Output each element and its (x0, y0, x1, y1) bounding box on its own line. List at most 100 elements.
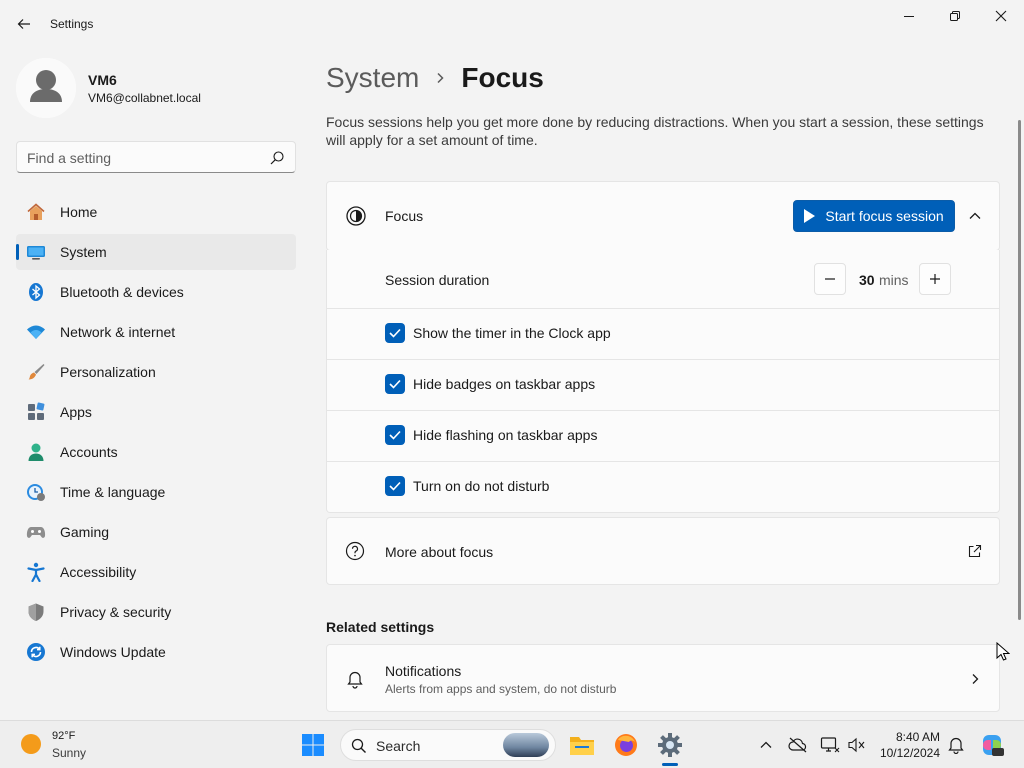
checkmark-icon (389, 430, 401, 440)
notification-center-button[interactable] (946, 735, 966, 755)
user-email: VM6@collabnet.local (88, 91, 201, 105)
chevron-up-icon (760, 741, 772, 748)
clock-date[interactable]: 10/12/2024 (870, 746, 940, 760)
close-button[interactable] (978, 4, 1024, 28)
firefox-icon (615, 734, 637, 756)
show-hidden-icons-button[interactable] (756, 735, 776, 755)
copilot-button[interactable] (980, 733, 1004, 757)
sidebar-item-system[interactable]: System (16, 234, 296, 270)
sidebar-item-label: Privacy & security (60, 604, 172, 620)
sidebar-item-label: Time & language (60, 484, 166, 500)
sun-icon[interactable] (21, 734, 41, 754)
bell-icon (347, 671, 363, 689)
onedrive-button[interactable] (788, 735, 808, 755)
restore-button[interactable] (932, 4, 978, 28)
decrease-duration-button[interactable] (814, 263, 846, 295)
speaker-muted-icon (848, 737, 865, 753)
sidebar-item-label: Accounts (60, 444, 118, 460)
show-timer-label: Show the timer in the Clock app (413, 325, 611, 341)
minus-icon (825, 278, 835, 280)
sidebar-item-accessibility[interactable]: Accessibility (16, 554, 296, 590)
sidebar-item-gaming[interactable]: Gaming (16, 514, 296, 550)
accessibility-icon (26, 562, 46, 582)
sidebar-item-personalization[interactable]: Personalization (16, 354, 296, 390)
taskbar-search[interactable]: Search (340, 729, 556, 761)
breadcrumb-parent[interactable]: System (326, 62, 419, 94)
back-arrow-icon (17, 19, 30, 29)
increase-duration-button[interactable] (919, 263, 951, 295)
network-icon (820, 737, 840, 753)
brush-icon (26, 362, 46, 382)
sidebar-item-label: Network & internet (60, 324, 176, 340)
sidebar-item-label: Accessibility (60, 564, 137, 580)
start-focus-session-button[interactable]: Start focus session (793, 200, 955, 232)
divider (327, 308, 999, 309)
related-settings-heading: Related settings (326, 619, 435, 635)
settings-taskbar-button[interactable] (656, 731, 684, 759)
focus-title: Focus (385, 208, 424, 224)
user-name: VM6 (88, 72, 117, 88)
more-about-focus-label: More about focus (385, 544, 494, 560)
sidebar-item-time-language[interactable]: Time & language (16, 474, 296, 510)
minimize-button[interactable] (886, 4, 932, 28)
sidebar-item-home[interactable]: Home (16, 194, 296, 230)
taskbar: 92°F Sunny Search 8:40 AM 10/12/2024 (0, 720, 1024, 768)
sidebar-item-bluetooth[interactable]: Bluetooth & devices (16, 274, 296, 310)
gear-icon (658, 733, 682, 757)
focus-card-header: Focus Start focus session (326, 181, 1000, 251)
network-button[interactable] (820, 735, 840, 755)
show-timer-checkbox[interactable] (385, 323, 405, 343)
weather-condition[interactable]: Sunny (52, 746, 86, 760)
accounts-icon (26, 442, 46, 462)
collapse-button[interactable] (963, 204, 987, 228)
search-icon[interactable] (269, 150, 285, 166)
checkmark-icon (389, 328, 401, 338)
do-not-disturb-label: Turn on do not disturb (413, 478, 550, 494)
chevron-up-icon (969, 212, 981, 219)
divider (327, 461, 999, 462)
breadcrumb: System Focus (326, 58, 544, 98)
volume-button[interactable] (846, 735, 866, 755)
hide-flashing-checkbox[interactable] (385, 425, 405, 445)
gamepad-icon (26, 522, 46, 542)
weather-temperature[interactable]: 92°F (52, 730, 75, 742)
clock-time[interactable]: 8:40 AM (880, 730, 940, 744)
wifi-icon (26, 322, 46, 342)
apps-icon (26, 402, 46, 422)
scrollbar[interactable] (1018, 120, 1021, 620)
sidebar-item-apps[interactable]: Apps (16, 394, 296, 430)
folder-icon (570, 737, 594, 755)
taskbar-search-label: Search (376, 738, 421, 754)
back-button[interactable] (10, 12, 38, 36)
sidebar-item-windows-update[interactable]: Windows Update (16, 634, 296, 670)
sidebar-item-label: Windows Update (60, 644, 166, 660)
minimize-icon (904, 16, 914, 17)
windows-logo-icon (302, 734, 324, 756)
notifications-link[interactable]: Notifications Alerts from apps and syste… (326, 644, 1000, 712)
hide-badges-checkbox[interactable] (385, 374, 405, 394)
shield-icon (26, 602, 46, 622)
chevron-right-icon (972, 674, 979, 684)
sidebar-item-privacy-security[interactable]: Privacy & security (16, 594, 296, 630)
window-title: Settings (50, 17, 94, 31)
duration-unit: mins (879, 272, 909, 288)
sidebar-item-label: Bluetooth & devices (60, 284, 184, 300)
do-not-disturb-checkbox[interactable] (385, 476, 405, 496)
sidebar-item-network[interactable]: Network & internet (16, 314, 296, 350)
notifications-title: Notifications (385, 663, 462, 679)
user-profile[interactable]: VM6 VM6@collabnet.local (16, 58, 296, 118)
title-bar: Settings (0, 0, 1024, 48)
time-language-icon (26, 482, 46, 502)
start-button[interactable] (299, 731, 327, 759)
sidebar-item-accounts[interactable]: Accounts (16, 434, 296, 470)
file-explorer-button[interactable] (568, 731, 596, 759)
sidebar-nav: Home System Bluetooth & devices Network … (16, 194, 296, 674)
search-input[interactable] (27, 148, 267, 168)
cloud-icon (788, 737, 807, 753)
more-about-focus-link[interactable]: More about focus (326, 517, 1000, 585)
focus-card-body: Session duration 30 mins Show the timer … (326, 250, 1000, 513)
hide-flashing-label: Hide flashing on taskbar apps (413, 427, 598, 443)
plus-icon (930, 274, 940, 284)
mouse-pointer-icon (996, 642, 1010, 661)
firefox-button[interactable] (612, 731, 640, 759)
